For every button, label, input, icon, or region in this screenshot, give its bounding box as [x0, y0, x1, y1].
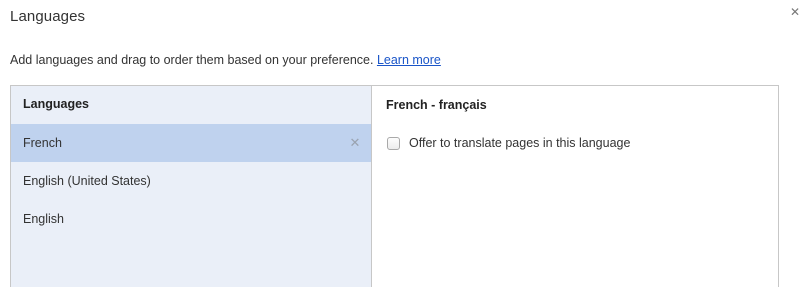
- language-list: Languages French ✕ English (United State…: [11, 86, 372, 287]
- language-list-header: Languages: [23, 97, 89, 111]
- translate-option[interactable]: Offer to translate pages in this languag…: [387, 136, 630, 150]
- translate-label: Offer to translate pages in this languag…: [409, 136, 631, 150]
- description-text: Add languages and drag to order them bas…: [10, 53, 374, 67]
- translate-checkbox[interactable]: [387, 136, 400, 150]
- dialog-title: Languages: [10, 8, 86, 25]
- detail-title: French - français: [386, 98, 487, 112]
- language-item-french[interactable]: French ✕: [11, 124, 371, 162]
- languages-panel: Languages French ✕ English (United State…: [10, 85, 779, 287]
- close-icon[interactable]: ✕: [789, 5, 801, 19]
- language-item-english[interactable]: English: [11, 200, 371, 238]
- language-item-label: French: [23, 136, 62, 150]
- learn-more-link[interactable]: Learn more: [377, 53, 441, 67]
- language-item-label: English: [23, 212, 64, 226]
- language-detail-pane: French - français Offer to translate pag…: [372, 86, 778, 287]
- remove-language-icon[interactable]: ✕: [349, 136, 361, 150]
- language-item-english-us[interactable]: English (United States): [11, 162, 371, 200]
- language-item-label: English (United States): [23, 174, 151, 188]
- dialog-description: Add languages and drag to order them bas…: [10, 53, 441, 67]
